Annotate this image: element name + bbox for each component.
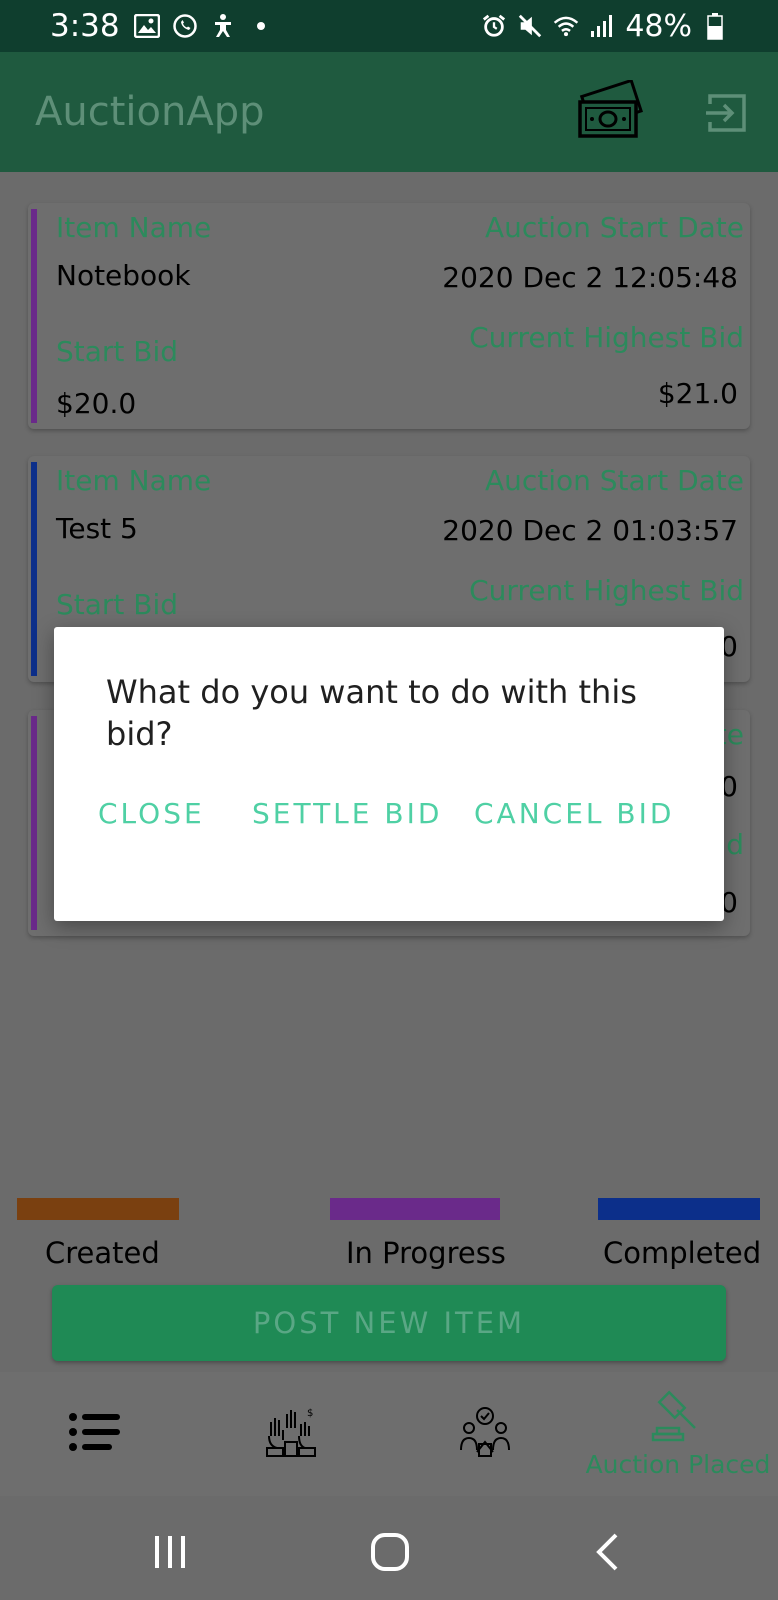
bid-action-dialog: What do you want to do with this bid? CL…: [54, 627, 724, 921]
alarm-icon: [481, 13, 507, 39]
status-stripe: [31, 209, 37, 423]
nav-item-approval[interactable]: [440, 1372, 530, 1496]
svg-text:$: $: [307, 1408, 313, 1419]
close-button[interactable]: CLOSE: [98, 797, 205, 830]
item-name-label: Item Name: [56, 464, 212, 497]
status-stripe: [31, 716, 37, 930]
start-date-label: Auction Start Date: [484, 464, 744, 497]
cancel-bid-button[interactable]: CANCEL BID: [474, 797, 674, 830]
status-bar: 3:38 48%: [0, 0, 778, 52]
whatsapp-icon: [172, 13, 198, 39]
nav-item-auction-placed[interactable]: Auction Placed: [578, 1372, 778, 1496]
status-stripe: [31, 462, 37, 676]
mute-icon: [517, 13, 543, 39]
recents-icon[interactable]: [152, 1534, 188, 1574]
start-date: 2020 Dec 2 01:03:57: [442, 514, 738, 547]
item-name: Notebook: [56, 259, 191, 292]
wifi-icon: [553, 13, 579, 39]
nav-label-auction-placed: Auction Placed: [585, 1449, 771, 1479]
start-date-label: Auction Start Date: [484, 211, 744, 244]
legend-in-progress-label: In Progress: [346, 1236, 506, 1270]
logout-icon[interactable]: [704, 90, 750, 136]
dot-icon: [248, 13, 274, 39]
auction-card[interactable]: Item Name Notebook Auction Start Date 20…: [28, 203, 750, 429]
status-time: 3:38: [50, 8, 120, 44]
system-navigation-bar: [0, 1496, 778, 1600]
start-date: 2020 Dec 2 12:05:48: [442, 261, 738, 294]
money-icon[interactable]: [574, 78, 650, 144]
app-bar: AuctionApp: [0, 52, 778, 172]
battery-percent: 48%: [625, 8, 692, 44]
app-title: AuctionApp: [35, 89, 265, 135]
start-bid: $20.0: [56, 387, 137, 420]
item-name: Test 5: [56, 512, 138, 545]
legend-completed-swatch: [598, 1198, 760, 1220]
gallery-icon: [133, 13, 160, 39]
signal-icon: [589, 13, 615, 39]
battery-icon: [702, 13, 728, 40]
accessibility-icon: [210, 13, 236, 39]
start-bid-label: Start Bid: [56, 335, 179, 368]
highest-bid: $21.0: [657, 377, 738, 410]
bidding-hands-icon: $: [263, 1406, 319, 1462]
back-icon[interactable]: [594, 1532, 620, 1576]
item-name-label: Item Name: [56, 211, 212, 244]
home-icon[interactable]: [370, 1532, 410, 1576]
legend-completed-label: Completed: [603, 1236, 762, 1270]
bottom-navigation: $ Auction Placed: [0, 1372, 778, 1496]
legend-in-progress-swatch: [330, 1198, 500, 1220]
legend-created-label: Created: [45, 1236, 160, 1270]
nav-item-bidding[interactable]: $: [246, 1372, 336, 1496]
list-icon: [68, 1411, 122, 1457]
highest-bid-label: Current Highest Bid: [469, 574, 744, 607]
system-status: 48%: [481, 9, 728, 44]
dialog-message: What do you want to do with this bid?: [106, 673, 637, 753]
highest-bid-label: Current Highest Bid: [469, 321, 744, 354]
approval-people-icon: [457, 1406, 513, 1462]
notification-icons: [133, 13, 274, 39]
nav-item-list[interactable]: [50, 1372, 140, 1496]
start-bid-label: Start Bid: [56, 588, 179, 621]
legend-created-swatch: [17, 1198, 179, 1220]
gavel-icon: [651, 1390, 705, 1446]
settle-bid-button[interactable]: SETTLE BID: [252, 797, 442, 830]
post-new-item-button[interactable]: POST NEW ITEM: [52, 1285, 726, 1361]
